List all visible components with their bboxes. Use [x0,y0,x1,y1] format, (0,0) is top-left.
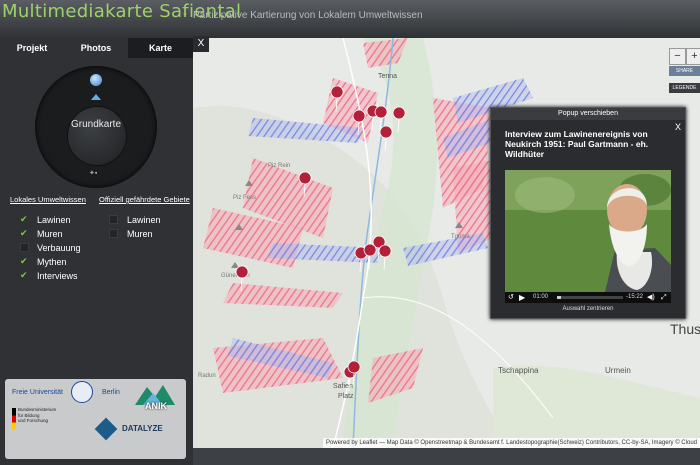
layer-label: Lawinen [127,215,161,225]
official-layer-lawinen[interactable]: Lawinen [109,214,179,226]
share-button[interactable]: SHARE [669,66,700,76]
popup-title: Interview zum Lawinenereignis von Neukir… [505,129,649,159]
basemap-label: Grundkarte [70,119,122,130]
layer-verbauung[interactable]: Verbauung [20,242,100,254]
tab-karte[interactable]: Karte [128,38,193,58]
layer-label: Mythen [37,257,67,267]
datalyze-mark-icon [94,417,118,441]
layer-label: Verbauung [37,243,81,253]
fu-berlin-logo-city: Berlin [102,389,120,396]
datalyze-logo: DATALYZE [122,424,163,433]
layer-label: Muren [127,229,153,239]
volume-icon[interactable]: ◀) [647,293,655,302]
checkbox-empty[interactable] [20,243,29,252]
popup-move-handle[interactable]: Popup verschieben [491,108,685,120]
checkmark-icon[interactable]: ✔ [20,229,29,238]
map-marker-icon[interactable] [235,265,249,292]
layer-label: Lawinen [37,215,71,225]
map-marker-icon[interactable] [298,171,312,198]
tab-projekt[interactable]: Projekt [0,38,64,58]
video-controls: ↺ ▶ 01:00 -15:22 ◀) ⤢ [505,292,671,303]
app-header: Multimediakarte Safiental - Partizipativ… [0,0,700,38]
section-official-hazard[interactable]: Offiziell gefährdete Gebiete [99,195,190,204]
popup-close-button[interactable]: X [675,122,681,132]
partner-logos: Freie Universität Berlin Bundesministeri… [5,379,186,459]
anik-logo: ANIK [133,381,177,411]
checkbox-empty[interactable] [109,229,118,238]
bmbf-line: und Forschung [18,418,49,423]
bmbf-logo: Bundesministerium für Bildung und Forsch… [18,407,56,424]
map-marker-icon[interactable] [352,109,366,136]
layer-interviews[interactable]: ✔ Interviews [20,270,100,282]
video-frame [505,170,671,292]
triangle-up-icon [91,94,101,100]
center-selection-link[interactable]: Auswahl zentrieren [491,306,685,312]
app-subtitle: Partizipative Kartierung von Lokalem Umw… [193,10,423,21]
time-remaining: -15:22 [626,294,644,300]
bmbf-line: Bundesministerium [18,407,57,412]
progress-track[interactable] [557,296,623,299]
fu-berlin-logo: Freie Universität [12,389,63,396]
checkmark-icon[interactable]: ✔ [20,215,29,224]
globe-icon[interactable] [90,74,102,86]
checkbox-empty[interactable] [109,215,118,224]
satellite-icon[interactable]: ✦▪ [89,169,97,177]
fu-seal-icon [71,381,93,403]
map-marker-icon[interactable] [378,244,392,271]
official-layer-muren[interactable]: Muren [109,228,179,240]
layer-label: Muren [37,229,63,239]
interview-popup: Popup verschieben X Interview zum Lawine… [490,107,686,319]
time-current: 01:00 [533,294,549,300]
sidebar: Projekt Photos Karte Grundkarte ✦▪ Lokal… [0,38,193,465]
replay-icon[interactable]: ↺ [508,293,514,302]
layer-muren[interactable]: ✔ Muren [20,228,100,240]
title-separator: - [183,6,187,20]
map-attribution[interactable]: Powered by Leaflet — Map Data © Openstre… [322,438,700,448]
zoom-out-button[interactable]: − [669,48,686,65]
map-marker-icon[interactable] [330,85,344,113]
german-flag-icon [12,408,16,430]
play-icon[interactable]: ▶ [519,293,525,302]
zoom-in-button[interactable]: + [686,48,700,65]
basemap-dial-center[interactable] [67,106,127,166]
layer-label: Interviews [37,271,78,281]
map-marker-icon[interactable] [379,125,393,152]
anik-text: ANIK [145,401,167,411]
section-local-knowledge[interactable]: Lokales Umweltwissen [10,195,86,204]
legend-button[interactable]: LEGENDE [669,83,700,93]
map-marker-icon[interactable] [392,106,406,133]
panel-close-button[interactable]: X [193,36,209,52]
fullscreen-icon[interactable]: ⤢ [661,293,667,302]
layer-lawinen[interactable]: ✔ Lawinen [20,214,100,226]
checkmark-icon[interactable]: ✔ [20,271,29,280]
tab-photos[interactable]: Photos [64,38,128,58]
progress-fill [557,296,561,299]
checkmark-icon[interactable]: ✔ [20,257,29,266]
layer-mythen[interactable]: ✔ Mythen [20,256,100,268]
video-player[interactable] [505,170,671,292]
tab-bar: Projekt Photos Karte [0,38,193,58]
bottom-strip [193,448,700,465]
